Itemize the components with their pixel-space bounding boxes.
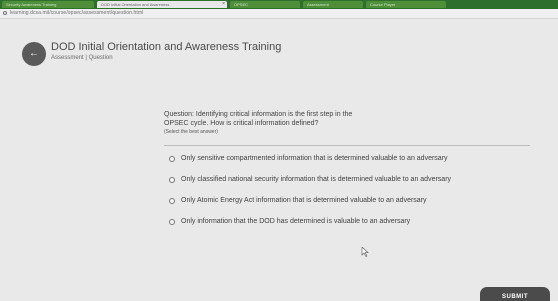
url-text[interactable]: learning.dcsa.mil/course/opsec/assessmen… (10, 9, 143, 18)
answer-option[interactable]: Only information that the DOD has determ… (164, 214, 554, 235)
submit-button[interactable]: SUBMIT (480, 287, 550, 301)
answer-option[interactable]: Only sensitive compartmented information… (164, 151, 554, 172)
browser-tab-label: Course Player (370, 2, 396, 7)
browser-tab-label: OPSEC (234, 2, 249, 7)
pointer-cursor-icon (361, 247, 369, 257)
browser-tab[interactable]: Assessment (303, 1, 363, 8)
question-hint: (Select the best answer) (164, 129, 218, 135)
course-header: ← DOD Initial Orientation and Awareness … (0, 19, 558, 79)
divider (164, 145, 530, 146)
answer-options: Only sensitive compartmented information… (164, 151, 554, 235)
answer-option-label: Only information that the DOD has determ… (181, 218, 411, 225)
course-title: DOD Initial Orientation and Awareness Tr… (51, 41, 282, 53)
browser-tab[interactable]: Security Awareness Training (2, 1, 94, 8)
answer-option-label: Only Atomic Energy Act information that … (181, 197, 427, 204)
radio-button[interactable] (169, 219, 175, 225)
answer-option[interactable]: Only classified national security inform… (164, 172, 554, 193)
browser-tab-active[interactable]: DOD Initial Orientation and Awareness × (97, 1, 227, 8)
radio-button[interactable] (169, 177, 175, 183)
arrow-left-icon: ← (29, 48, 39, 59)
close-icon[interactable]: × (222, 1, 225, 8)
lock-icon (3, 11, 7, 15)
radio-button[interactable] (169, 156, 175, 162)
answer-option-label: Only sensitive compartmented information… (181, 155, 448, 162)
answer-option[interactable]: Only Atomic Energy Act information that … (164, 193, 554, 214)
browser-tab-label: DOD Initial Orientation and Awareness (101, 2, 170, 7)
back-button[interactable]: ← (22, 42, 46, 66)
browser-tab-label: Assessment (307, 2, 329, 7)
address-bar[interactable]: learning.dcsa.mil/course/opsec/assessmen… (0, 9, 558, 19)
question-text: Question: Identifying critical informati… (164, 111, 353, 127)
browser-tab[interactable]: OPSEC (230, 1, 300, 8)
browser-tab-label: Security Awareness Training (6, 2, 57, 7)
answer-option-label: Only classified national security inform… (181, 176, 452, 183)
course-subtitle: Assessment | Question (51, 55, 113, 61)
radio-button[interactable] (169, 198, 175, 204)
browser-tab[interactable]: Course Player (366, 1, 446, 8)
browser-tab-strip: Security Awareness Training DOD Initial … (0, 0, 558, 9)
